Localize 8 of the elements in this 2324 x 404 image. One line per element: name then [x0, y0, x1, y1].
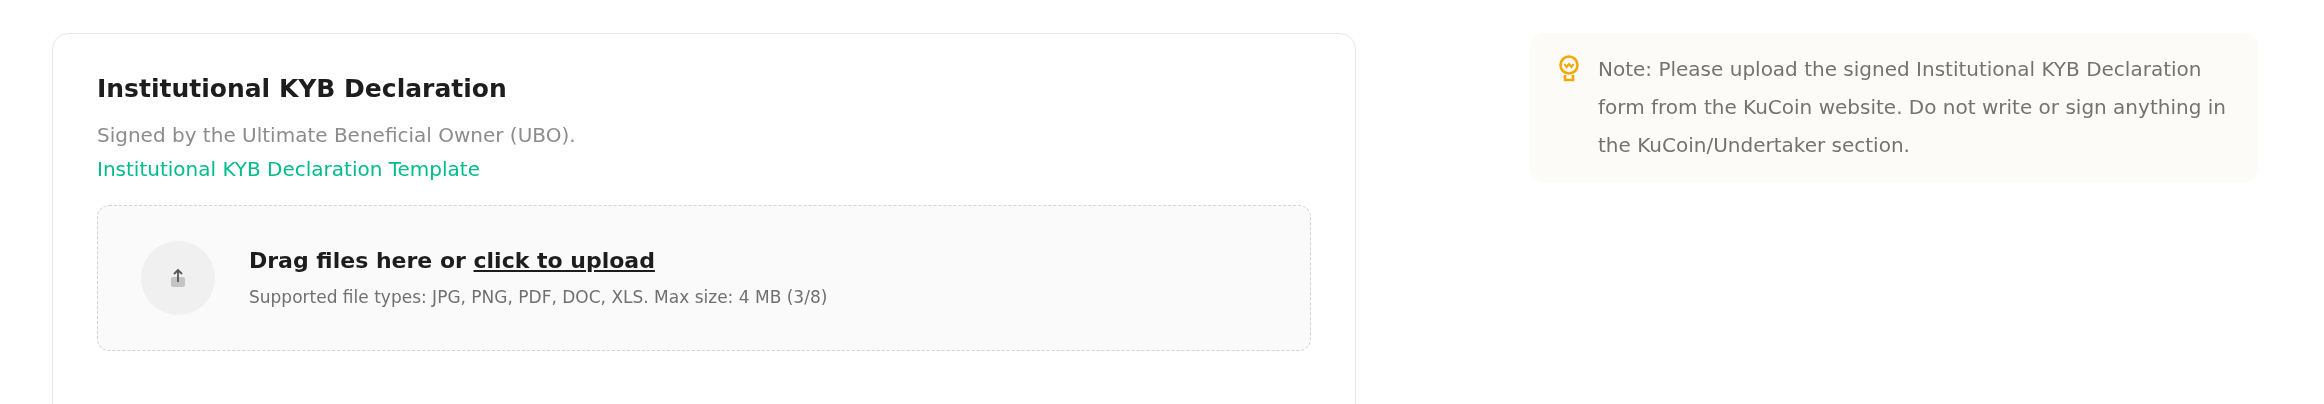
upload-dropzone[interactable]: Drag files here or click to upload Supported file types: JPG, PNG, PDF, DOC, XLS. Max size: 4 MB (3/8)	[97, 205, 1311, 351]
note-text: Note: Please upload the signed Institutional KYB Declaration form from the KuCoin website. Do not write or sign anything in the KuCoin/Undertaker section.	[1598, 56, 2227, 159]
lightbulb-icon	[1558, 55, 1580, 83]
section-title: Institutional KYB Declaration	[97, 76, 508, 101]
upload-prompt: Drag files here or click to upload	[249, 248, 656, 273]
upload-hint: Supported file types: JPG, PNG, PDF, DOC, XLS. Max size: 4 MB (3/8)	[249, 286, 828, 308]
section-subtitle: Signed by the Ultimate Beneficial Owner (UBO).	[97, 123, 577, 147]
upload-link[interactable]: click to upload	[473, 247, 655, 273]
